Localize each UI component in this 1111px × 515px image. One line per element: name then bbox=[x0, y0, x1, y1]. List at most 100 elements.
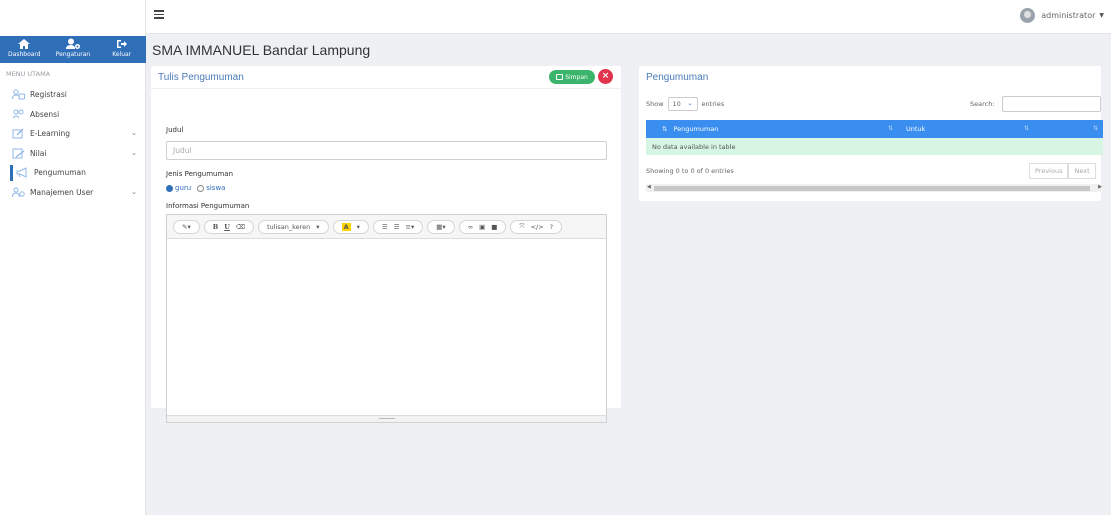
sort-icon: ⇅ bbox=[887, 125, 893, 132]
save-button[interactable]: Simpan bbox=[549, 70, 595, 84]
link-icon[interactable]: ∞ bbox=[468, 223, 473, 231]
chevron-down-icon: ⌄ bbox=[131, 187, 137, 196]
entries-label: entries bbox=[701, 100, 725, 108]
font-select[interactable]: tulisan_keren ▾ bbox=[258, 219, 329, 234]
next-button[interactable]: Next bbox=[1068, 163, 1096, 179]
menu-section-title: MENU UTAMA bbox=[6, 70, 51, 78]
caret-down-icon: ▼ bbox=[1099, 12, 1104, 19]
nav-pengaturan[interactable]: Pengaturan bbox=[49, 36, 98, 63]
ordered-list-icon[interactable]: ☰ bbox=[394, 223, 400, 231]
pagination: Previous Next bbox=[1029, 163, 1096, 179]
avatar bbox=[1020, 8, 1036, 23]
rich-text-editor: ✎▾ B U ⌫ tulisan_keren ▾ A ▾ ☰ ☰ ≡▾ ▦▾ ∞… bbox=[166, 214, 607, 423]
font-color-icon[interactable]: A bbox=[341, 222, 351, 231]
hamburger-icon[interactable] bbox=[154, 10, 164, 19]
scroll-left-icon[interactable]: ◀ bbox=[647, 184, 651, 190]
entries-select[interactable]: 10 ⌄ bbox=[667, 97, 698, 111]
entries-select-value: 10 bbox=[672, 100, 681, 108]
scroll-right-icon[interactable]: ▶ bbox=[1098, 184, 1102, 190]
elearning-icon bbox=[12, 128, 24, 139]
radio-guru[interactable] bbox=[166, 184, 173, 192]
app: Dashboard Pengaturan Keluar MENU UTAMA R… bbox=[0, 0, 1111, 515]
code-view-icon[interactable]: </> bbox=[531, 223, 544, 231]
close-button[interactable]: × bbox=[598, 69, 613, 84]
sidebar-top-nav: Dashboard Pengaturan Keluar bbox=[0, 36, 146, 63]
unordered-list-icon[interactable]: ☰ bbox=[382, 223, 388, 231]
align-icon[interactable]: ≡▾ bbox=[406, 223, 415, 231]
sidebar: Dashboard Pengaturan Keluar MENU UTAMA R… bbox=[0, 0, 146, 515]
previous-button[interactable]: Previous bbox=[1029, 163, 1069, 179]
caret-down-icon[interactable]: ▾ bbox=[357, 223, 360, 231]
picture-icon[interactable]: ▣ bbox=[479, 223, 485, 231]
sidebar-menu: Registrasi Absensi E-Learning ⌄ Nilai ⌄ … bbox=[0, 85, 146, 202]
announcement-table-card: Pengumuman Show 10 ⌄ entries Search: ⇅ P… bbox=[639, 66, 1103, 201]
bold-button[interactable]: B bbox=[213, 223, 219, 231]
save-button-label: Simpan bbox=[565, 73, 588, 81]
registration-icon bbox=[12, 89, 25, 100]
jenis-radio-group: guru siswa bbox=[166, 184, 225, 192]
eraser-icon[interactable]: ⌫ bbox=[236, 223, 245, 231]
table-info: Showing 0 to 0 of 0 entries bbox=[646, 167, 734, 175]
chevron-down-icon: ⌄ bbox=[131, 129, 137, 137]
caret-down-icon: ▾ bbox=[316, 222, 320, 231]
radio-guru-label: guru bbox=[175, 184, 192, 192]
announcement-form-card: Tulis Pengumuman Simpan × Judul Judul Je… bbox=[151, 66, 621, 423]
table-header: ⇅ Pengumuman ⇅ Untuk ⇅ ⇅ bbox=[646, 120, 1103, 138]
view-group: ⤧ </> ? bbox=[510, 219, 563, 234]
sidebar-item-registrasi[interactable]: Registrasi bbox=[0, 85, 146, 105]
help-icon[interactable]: ? bbox=[550, 223, 553, 231]
user-management-icon bbox=[12, 187, 25, 197]
info-label: Informasi Pengumuman bbox=[166, 202, 250, 210]
column-header-untuk[interactable]: Untuk ⇅ bbox=[898, 120, 1034, 138]
underline-button[interactable]: U bbox=[224, 223, 230, 231]
sort-icon: ⇅ bbox=[1092, 125, 1098, 132]
video-icon[interactable]: ■ bbox=[491, 223, 497, 231]
sidebar-item-label: Nilai bbox=[30, 148, 47, 158]
paragraph-group: ☰ ☰ ≡▾ bbox=[372, 219, 424, 234]
sidebar-item-manajemen-user[interactable]: Manajemen User ⌄ bbox=[0, 183, 146, 203]
horizontal-scrollbar[interactable]: ◀ ▶ bbox=[646, 184, 1103, 192]
user-menu[interactable]: administrator ▼ bbox=[1020, 8, 1104, 23]
radio-siswa-label: siswa bbox=[206, 184, 226, 192]
sidebar-item-label: Registrasi bbox=[30, 90, 67, 100]
show-label: Show bbox=[646, 100, 664, 108]
chevron-down-icon: ⌄ bbox=[131, 148, 137, 157]
judul-label: Judul bbox=[166, 126, 184, 134]
editor-resize-handle[interactable] bbox=[167, 415, 606, 422]
style-button[interactable]: ✎▾ bbox=[173, 219, 200, 234]
insert-group: ∞ ▣ ■ bbox=[458, 219, 507, 234]
sidebar-item-label: Absensi bbox=[30, 109, 60, 119]
sign-out-icon bbox=[116, 40, 127, 48]
column-header-action[interactable]: ⇅ bbox=[1034, 120, 1103, 138]
nav-dashboard-label: Dashboard bbox=[8, 51, 41, 58]
sidebar-item-label: Manajemen User bbox=[30, 187, 94, 197]
editor-content-area[interactable] bbox=[167, 239, 606, 415]
sidebar-item-label: Pengumuman bbox=[34, 168, 86, 178]
column-header-label: Untuk bbox=[906, 125, 926, 133]
editor-toolbar: ✎▾ B U ⌫ tulisan_keren ▾ A ▾ ☰ ☰ ≡▾ ▦▾ ∞… bbox=[167, 215, 606, 239]
main-content: SMA IMMANUEL Bandar Lampung Tulis Pengum… bbox=[146, 34, 1111, 515]
nav-pengaturan-label: Pengaturan bbox=[55, 51, 91, 58]
sidebar-item-absensi[interactable]: Absensi bbox=[0, 105, 146, 125]
nav-dashboard[interactable]: Dashboard bbox=[0, 36, 49, 63]
sidebar-item-pengumuman[interactable]: Pengumuman bbox=[0, 163, 146, 183]
divider bbox=[151, 88, 621, 89]
search-input[interactable] bbox=[1002, 96, 1101, 112]
judul-input[interactable]: Judul bbox=[166, 141, 607, 160]
nav-keluar[interactable]: Keluar bbox=[97, 36, 146, 63]
table-icon: ▦▾ bbox=[436, 222, 446, 231]
sidebar-item-elearning[interactable]: E-Learning ⌄ bbox=[0, 124, 146, 144]
magic-icon: ✎▾ bbox=[182, 222, 191, 231]
radio-siswa[interactable] bbox=[197, 184, 205, 192]
column-header-pengumuman[interactable]: ⇅ Pengumuman ⇅ bbox=[646, 120, 898, 138]
sidebar-item-nilai[interactable]: Nilai ⌄ bbox=[0, 144, 146, 164]
font-select-value: tulisan_keren bbox=[267, 222, 311, 231]
edit-icon bbox=[556, 74, 564, 80]
fullscreen-icon[interactable]: ⤧ bbox=[519, 222, 524, 231]
page-title: SMA IMMANUEL Bandar Lampung bbox=[152, 42, 371, 58]
table-button[interactable]: ▦▾ bbox=[427, 219, 455, 234]
top-bar: administrator ▼ bbox=[146, 0, 1111, 34]
sort-icon: ⇅ bbox=[1023, 125, 1029, 132]
attendance-icon bbox=[12, 109, 24, 119]
scrollbar-thumb[interactable] bbox=[654, 186, 1090, 191]
